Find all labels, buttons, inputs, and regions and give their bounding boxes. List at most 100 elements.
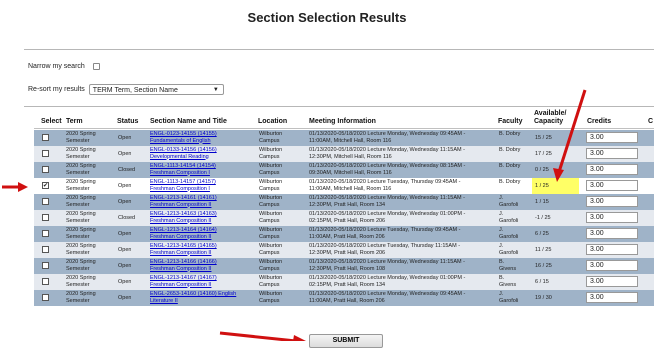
header-credits: Credits [587,118,612,125]
row-select-checkbox[interactable] [42,294,49,301]
row-select-checkbox[interactable] [42,198,49,205]
location-cell: Wilburton Campus [259,147,283,160]
term-cell: 2020 Spring Semester [66,259,96,272]
submit-button[interactable]: SUBMIT [309,334,383,348]
section-link[interactable]: ENGL-0123-14155 (14155) Fundamentals of E… [150,131,253,144]
table-row: 2020 Spring Semester Closed ENGL-1213-14163… [34,210,654,226]
location-cell: Wilburton Campus [259,275,283,288]
credits-input[interactable]: 3.00 [586,164,638,175]
status-cell: Closed [118,215,136,221]
status-cell: Open [118,279,132,285]
meeting-cell: 01/13/2020-05/18/2020 Lecture Monday, We… [309,211,466,224]
credits-input[interactable]: 3.00 [586,148,638,159]
row-select-checkbox[interactable] [42,134,49,141]
annotation-arrow-submit [219,331,306,341]
section-link[interactable]: ENGL-1213-14165 (14165) Freshman Composit… [150,243,253,256]
faculty-cell: B. Givens [499,259,517,272]
status-cell: Open [118,263,132,269]
header-select: Select [41,118,62,125]
row-select-checkbox[interactable] [42,150,49,157]
faculty-cell: J. Garofoli [499,227,519,240]
location-cell: Wilburton Campus [259,179,283,192]
term-cell: 2020 Spring Semester [66,147,96,160]
header-section: Section Name and Title [150,118,227,125]
availability-cell: 6 / 25 [535,231,549,237]
page-title: Section Selection Results [247,10,407,25]
faculty-cell: J. Garofoli [499,211,519,224]
row-select-checkbox[interactable]: ✔ [42,182,49,189]
credits-input[interactable]: 3.00 [586,260,638,271]
table-row: 2020 Spring Semester Open ENGL-1213-14167 (… [34,274,654,290]
results-table: Select Term Status Section Name and Titl… [34,110,654,331]
narrow-search-label: Narrow my search [28,63,85,70]
section-link[interactable]: ENGL-1113-14157 (14157) Freshman Composit… [150,179,253,192]
section-link[interactable]: ENGL-1213-14167 (14167) Freshman Composit… [150,275,253,288]
status-cell: Open [118,199,132,205]
credits-input[interactable]: 3.00 [586,196,638,207]
meeting-cell: 01/13/2020-05/18/2020 Lecture Tuesday, T… [309,179,461,192]
table-row: 2020 Spring Semester Closed ENGL-1113-14154… [34,162,654,178]
header-meeting: Meeting Information [309,118,376,125]
faculty-cell: B. Dobry [499,179,521,185]
credits-input[interactable]: 3.00 [586,180,638,191]
chevron-down-icon: ▼ [212,87,219,93]
meeting-cell: 01/13/2020-05/18/2020 Lecture Monday, We… [309,259,465,272]
section-link[interactable]: ENGL-1213-14163 (14163) Freshman Composit… [150,211,253,224]
section-link[interactable]: ENGL-0133-14156 (14156) Developmental Rea… [150,147,253,160]
status-cell: Open [118,151,132,157]
term-cell: 2020 Spring Semester [66,211,96,224]
availability-cell: 19 / 30 [535,295,552,301]
row-select-checkbox[interactable] [42,166,49,173]
header-status: Status [117,118,139,125]
row-select-checkbox[interactable] [42,214,49,221]
table-row: 2020 Spring Semester Open ENGL-1213-14164 (… [34,226,654,242]
location-cell: Wilburton Campus [259,211,283,224]
meeting-cell: 01/13/2020-05/18/2020 Lecture Monday, We… [309,291,466,304]
availability-cell: 16 / 25 [535,263,552,269]
table-row: 2020 Spring Semester Open ENGL-0123-14155 (… [34,130,654,146]
status-cell: Open [118,183,132,189]
narrow-search-checkbox[interactable] [92,63,100,70]
section-link[interactable]: ENGL-1213-14161 (14161) Freshman Composit… [150,195,253,208]
meeting-cell: 01/13/2020-05/18/2020 Lecture Tuesday, T… [309,243,461,256]
status-cell: Open [118,295,132,301]
table-row: 2020 Spring Semester Open ENGL-1213-14166 (… [34,258,654,274]
section-link[interactable]: ENGL-1113-14154 (14154) Freshman Composit… [150,163,253,176]
row-select-checkbox[interactable] [42,262,49,269]
meeting-cell: 01/13/2020-05/18/2020 Lecture Monday, We… [309,195,465,208]
header-term: Term [66,118,83,125]
location-cell: Wilburton Campus [259,291,283,304]
credits-input[interactable]: 3.00 [586,292,638,303]
availability-cell: 11 / 25 [535,247,552,253]
section-link[interactable]: ENGL-1213-14164 (14164) Freshman Composit… [150,227,253,240]
row-select-checkbox[interactable] [42,278,49,285]
availability-cell: 0 / 25 [535,167,549,173]
meeting-cell: 01/13/2020-05/18/2020 Lecture Monday, We… [309,131,466,144]
location-cell: Wilburton Campus [259,163,283,176]
availability-cell: 1 / 15 [535,199,549,205]
row-select-checkbox[interactable] [42,230,49,237]
resort-select[interactable]: TERM Term, Section Name ▼ [88,84,224,95]
term-cell: 2020 Spring Semester [66,131,96,144]
section-link[interactable]: ENGL-1213-14166 (14166) Freshman Composit… [150,259,253,272]
term-cell: 2020 Spring Semester [66,243,96,256]
resort-row: Re-sort my results TERM Term, Section Na… [28,84,224,95]
section-link[interactable]: ENGL-2653-14160 (14160) English Literatur… [150,291,253,304]
meeting-cell: 01/13/2020-05/18/2020 Lecture Monday, We… [309,275,466,288]
location-cell: Wilburton Campus [259,227,283,240]
credits-input[interactable]: 3.00 [586,244,638,255]
credits-input[interactable]: 3.00 [586,276,638,287]
term-cell: 2020 Spring Semester [66,275,96,288]
credits-input[interactable]: 3.00 [586,212,638,223]
row-select-checkbox[interactable] [42,246,49,253]
header-location: Location [258,118,288,125]
status-cell: Open [118,135,132,141]
header-capacity: Capacity [534,118,564,125]
credits-input[interactable]: 3.00 [586,228,638,239]
term-cell: 2020 Spring Semester [66,195,96,208]
meeting-cell: 01/13/2020-05/18/2020 Lecture Tuesday, T… [309,227,461,240]
header-faculty: Faculty [498,118,523,125]
credits-input[interactable]: 3.00 [586,132,638,143]
narrow-search-row: Narrow my search [28,63,100,70]
faculty-cell: B. Dobry [499,163,521,169]
